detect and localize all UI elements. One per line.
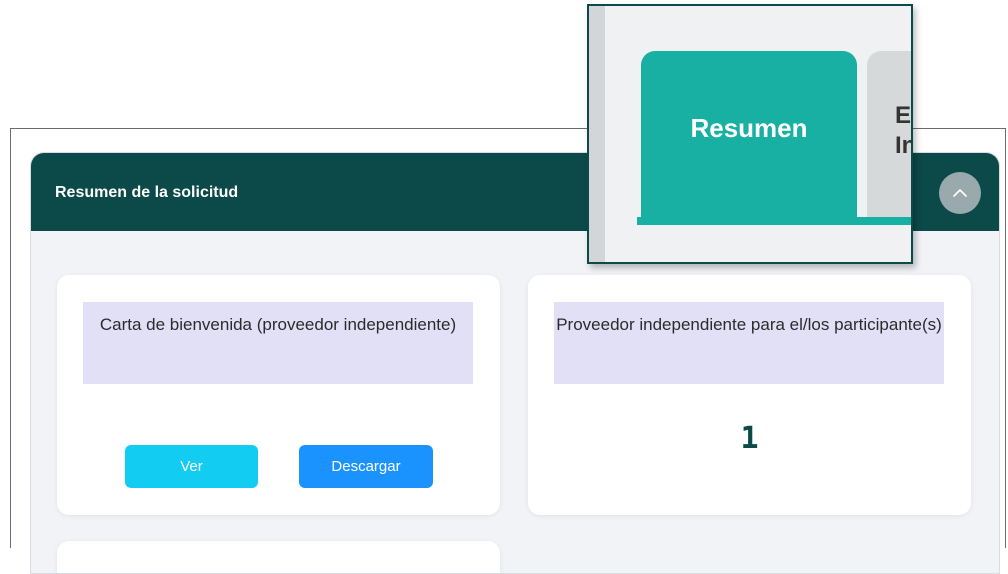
tab-resumen[interactable]: Resumen xyxy=(641,51,857,225)
tab-next-partial[interactable]: E In xyxy=(867,51,912,223)
active-tab-underline xyxy=(637,217,911,225)
independent-provider-card: Proveedor independiente para el/los part… xyxy=(528,275,971,515)
independent-provider-label: Proveedor independiente para el/los part… xyxy=(554,302,944,384)
zoom-callout: Resumen E In xyxy=(587,4,913,264)
zoom-edge xyxy=(589,6,605,262)
chevron-up-icon xyxy=(953,189,967,197)
tab-next-partial-label: E In xyxy=(895,102,912,159)
panel-title: Resumen de la solicitud xyxy=(55,184,239,201)
view-button[interactable]: Ver xyxy=(125,445,258,488)
next-card-partial xyxy=(57,541,500,573)
download-button[interactable]: Descargar xyxy=(299,445,433,488)
welcome-letter-card: Carta de bienvenida (proveedor independi… xyxy=(57,275,500,515)
welcome-letter-label: Carta de bienvenida (proveedor independi… xyxy=(83,302,473,384)
provider-count: 1 xyxy=(740,421,759,456)
collapse-button[interactable] xyxy=(939,172,981,214)
